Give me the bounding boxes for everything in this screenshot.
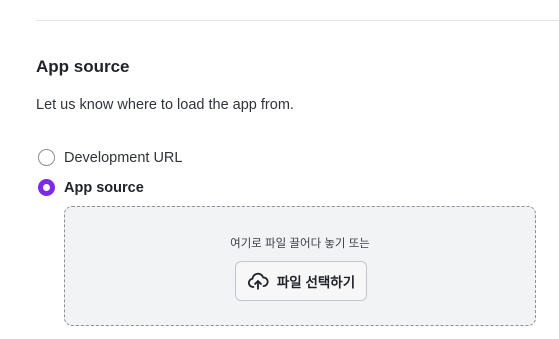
file-dropzone[interactable]: 여기로 파일 끌어다 놓기 또는 파일 선택하기	[64, 206, 536, 326]
section-title: App source	[36, 57, 130, 76]
radio-label-app-source: App source	[64, 179, 144, 196]
radio-button-unchecked[interactable]	[38, 149, 55, 166]
section-description: Let us know where to load the app from.	[36, 97, 294, 113]
choose-file-button[interactable]: 파일 선택하기	[235, 261, 367, 301]
radio-button-checked[interactable]	[38, 179, 55, 196]
cloud-upload-icon	[247, 270, 269, 292]
choose-file-button-label: 파일 선택하기	[276, 275, 356, 290]
radio-option-app-source[interactable]: App source	[38, 179, 144, 196]
radio-label-development-url: Development URL	[64, 149, 183, 166]
section-divider	[36, 20, 559, 21]
dropzone-hint: 여기로 파일 끌어다 놓기 또는	[230, 238, 370, 250]
radio-option-development-url[interactable]: Development URL	[38, 149, 182, 166]
app-source-panel: App source Let us know where to load the…	[0, 0, 559, 339]
